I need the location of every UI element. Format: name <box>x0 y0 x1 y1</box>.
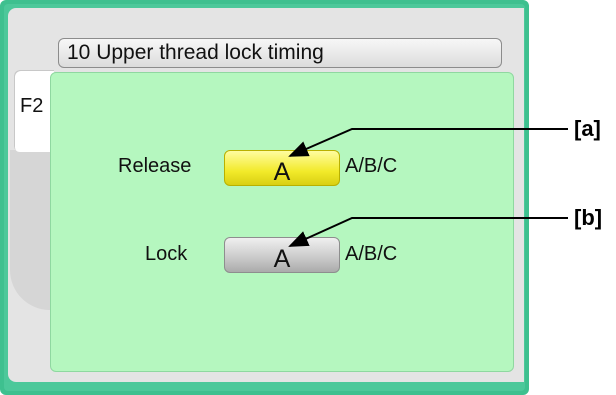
callout-a-line <box>288 128 568 157</box>
callout-a: [a] <box>574 116 601 141</box>
callout-b-line <box>288 217 568 247</box>
callout-lines <box>288 128 568 247</box>
callout-b: [b] <box>574 205 603 230</box>
